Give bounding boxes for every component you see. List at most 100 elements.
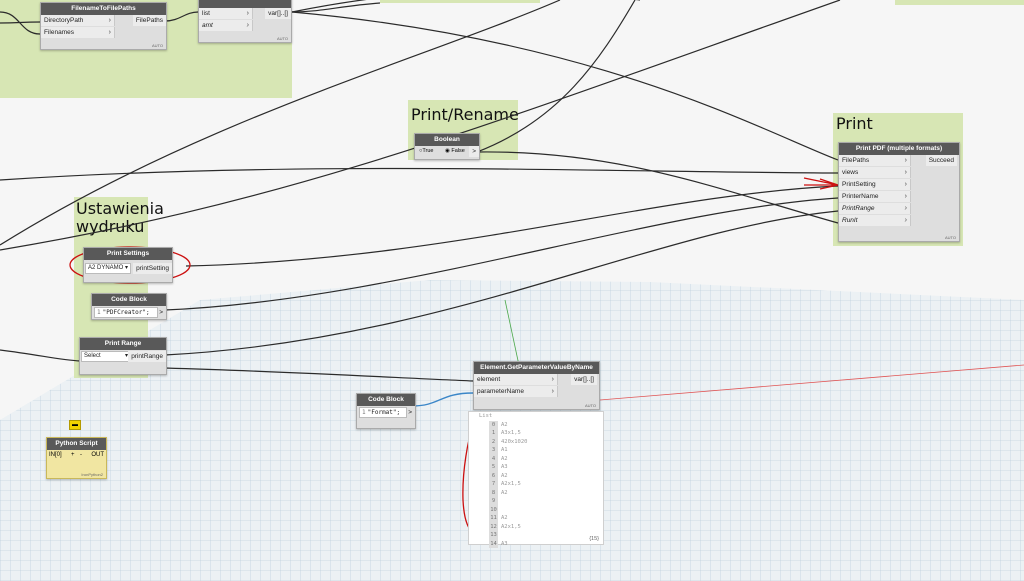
output-port-printrange[interactable]: printRange — [128, 351, 166, 362]
wire — [164, 197, 839, 311]
wire — [291, 11, 839, 161]
list-value: A2x1,5 — [501, 523, 521, 530]
wire — [291, 0, 640, 13]
radio-true[interactable]: ○True — [419, 146, 433, 157]
list-item: 7 A2x1,5 — [469, 480, 603, 489]
radio-false[interactable]: ◉ False — [445, 146, 465, 157]
node-title: Code Block — [357, 394, 415, 406]
node-footer: AUTO — [944, 235, 956, 240]
list-item: 14 A3 — [469, 539, 603, 548]
output-port-printsetting[interactable]: printSetting — [133, 263, 172, 274]
list-value: 420x1020 — [501, 438, 528, 445]
wire — [164, 210, 839, 356]
node-title: FilenameToFilePaths — [41, 3, 166, 15]
collapse-toggle[interactable]: ▬ — [69, 420, 81, 430]
node-print-settings[interactable]: Print Settings A2 DYNAMO ▾ printSetting — [83, 247, 173, 283]
node-title: Boolean — [415, 134, 479, 146]
node-footer: IronPython2 — [81, 472, 103, 477]
list-item: 0 A2 — [469, 420, 603, 429]
list-item: 2 420x1020 — [469, 437, 603, 446]
code-editor[interactable]: 1 "PDFCreator"; — [94, 307, 158, 318]
list-index: 5 — [489, 463, 498, 472]
output-port[interactable]: > — [469, 146, 479, 157]
output-port-var[interactable]: var[]..[] — [571, 374, 597, 385]
add-input-button[interactable]: + — [71, 450, 75, 461]
list-index: 13 — [489, 531, 498, 540]
input-port-views[interactable]: views › — [839, 167, 911, 178]
input-port-printername[interactable]: PrinterName › — [839, 191, 911, 202]
list-value: A2 — [501, 472, 508, 479]
node-get-parameter-value[interactable]: Element.GetParameterValueByName element ›… — [473, 361, 600, 410]
input-port-parametername[interactable]: parameterName › — [474, 386, 558, 397]
node-footer: AUTO — [584, 403, 596, 408]
input-port-element[interactable]: element › — [474, 374, 558, 385]
node-python-script[interactable]: Python Script IN[0] + - OUT IronPython2 — [46, 437, 107, 479]
list-item: 11 A2 — [469, 514, 603, 523]
wire — [0, 349, 81, 362]
list-index: 14 — [489, 539, 498, 548]
list-item: 1 A3x1,5 — [469, 429, 603, 438]
output-port[interactable]: > — [156, 307, 166, 318]
wire — [185, 185, 839, 267]
list-index: 3 — [489, 446, 498, 455]
list-index: 7 — [489, 480, 498, 489]
list-index: 4 — [489, 454, 498, 463]
node-footer: AUTO — [151, 43, 163, 48]
output-port-succeed[interactable]: Succeed — [925, 155, 957, 166]
node-code-block-printer[interactable]: Code Block 1 "PDFCreator"; > — [91, 293, 167, 320]
input-port-printrange[interactable]: PrintRange › — [839, 203, 911, 214]
input-port-filepaths[interactable]: FilePaths › — [839, 155, 911, 166]
list-count: {15} — [589, 536, 599, 542]
list-value: A2 — [501, 489, 508, 496]
list-item: 5 A3 — [469, 463, 603, 472]
list-item: 6 A2 — [469, 471, 603, 480]
wire — [411, 392, 474, 407]
remove-input-button[interactable]: - — [80, 450, 82, 461]
watch-list: 0 A2 1 A3x1,5 2 420x1020 3 A1 4 A2 5 A3 6 A2 7 A2x1,5 8 A… — [469, 420, 603, 548]
input-port-in0[interactable]: IN[0] — [49, 450, 62, 461]
wire — [0, 167, 839, 181]
input-port-directorypath[interactable]: DirectoryPath › — [41, 15, 115, 26]
list-value: A1 — [501, 447, 508, 453]
list-item: 13 — [469, 531, 603, 540]
output-port[interactable]: > — [405, 407, 415, 418]
list-value: A3 — [501, 540, 508, 547]
list-index: 6 — [489, 471, 498, 480]
list-item: 4 A2 — [469, 454, 603, 463]
node-title — [199, 0, 291, 8]
list-index: 12 — [489, 522, 498, 531]
code-editor[interactable]: 1 "Format"; — [359, 407, 407, 418]
list-value: A2 — [501, 421, 508, 428]
node-print-pdf[interactable]: Print PDF (multiple formats) FilePaths › … — [838, 142, 960, 242]
node-flatten[interactable]: list › var[]..[] amt › AUTO — [198, 0, 292, 43]
output-port-var[interactable]: var[]..[] — [265, 8, 291, 19]
list-item: 8 A2 — [469, 488, 603, 497]
input-port-filenames[interactable]: Filenames › — [41, 27, 115, 38]
node-code-block-format[interactable]: Code Block 1 "Format"; > — [356, 393, 416, 429]
print-settings-dropdown[interactable]: A2 DYNAMO ▾ — [85, 263, 131, 274]
list-value: A2x1,5 — [501, 481, 521, 487]
node-boolean[interactable]: Boolean ○True ◉ False > — [414, 133, 480, 160]
print-range-dropdown[interactable]: Select ▾ — [81, 351, 131, 362]
list-item: 3 A1 — [469, 446, 603, 455]
list-header: List — [479, 413, 493, 419]
node-print-range[interactable]: Print Range Select ▾ printRange — [79, 337, 167, 375]
watch-preview[interactable]: List 0 A2 1 A3x1,5 2 420x1020 3 A1 4 A2 5 A3 6 A2 7 A2x… — [468, 411, 604, 548]
node-filename-to-filepaths[interactable]: FilenameToFilePaths DirectoryPath › FileP… — [40, 2, 167, 50]
list-index: 11 — [489, 514, 498, 523]
node-title: Code Block — [92, 294, 166, 306]
node-title: Print Range — [80, 338, 166, 350]
list-item: 10 — [469, 505, 603, 514]
input-port-printsetting[interactable]: PrintSetting › — [839, 179, 911, 190]
input-port-list[interactable]: list › — [199, 8, 253, 19]
dynamo-canvas[interactable]: Print/Rename Print Ustawienia wydruku Fi… — [0, 0, 1024, 581]
input-port-amt[interactable]: amt › — [199, 20, 253, 31]
list-value: A3x1,5 — [501, 430, 521, 436]
output-port-out[interactable]: OUT — [91, 450, 104, 461]
list-index: 8 — [489, 488, 498, 497]
output-port-filepaths[interactable]: FilePaths — [132, 15, 166, 26]
input-port-runit[interactable]: RunIt › — [839, 215, 911, 226]
list-item: 9 — [469, 497, 603, 506]
list-item: 12 A2x1,5 — [469, 522, 603, 531]
list-index: 1 — [489, 429, 498, 438]
